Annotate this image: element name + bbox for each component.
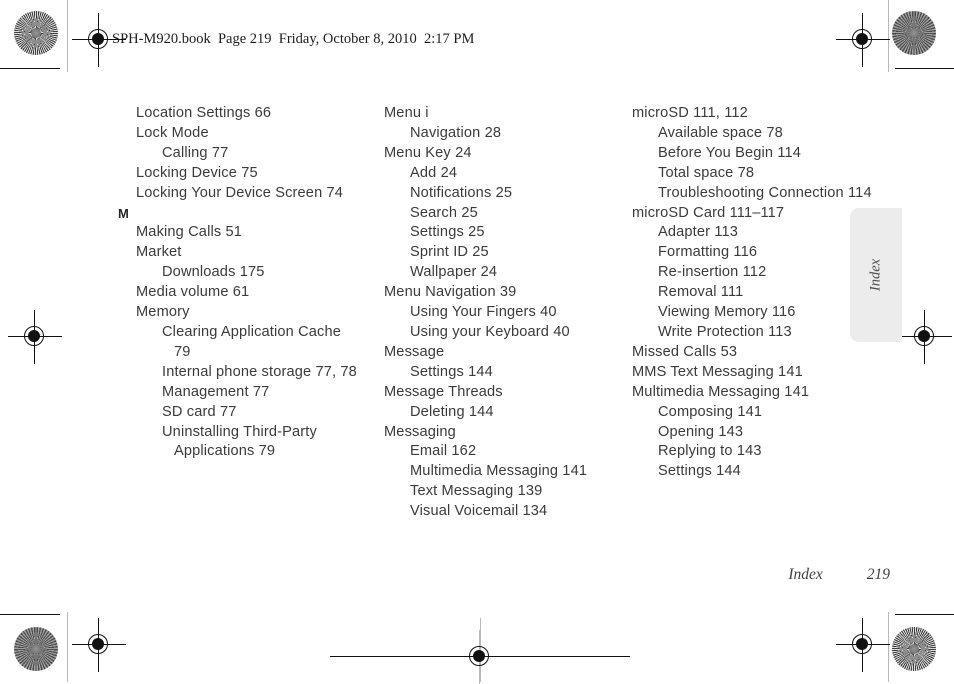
index-subentry: Multimedia Messaging 141	[410, 463, 588, 480]
footer-page-number: 219	[866, 566, 890, 583]
index-subentry: Settings 144	[658, 463, 741, 480]
index-entry: Making Calls 51	[136, 224, 243, 241]
registration-crosshair-bottom-right	[836, 618, 890, 672]
index-entry: Message Threads	[384, 383, 503, 400]
trim-guide-left-bottom	[67, 612, 68, 682]
trim-guide-center-bottom	[480, 618, 481, 682]
index-side-tab: Index	[850, 208, 902, 342]
index-subentry: SD card 77	[162, 403, 237, 420]
trim-rule-bottom-left	[0, 614, 60, 615]
index-entry: Location Settings 66	[136, 105, 272, 121]
index-entry: Locking Device 75	[136, 164, 258, 181]
side-tab-label: Index	[867, 258, 884, 292]
index-subentry: Available space 78	[658, 124, 783, 141]
index-entry: Message	[384, 343, 445, 360]
index-entry: Media volume 61	[136, 284, 250, 301]
starburst-target-bottom-left	[14, 627, 58, 671]
index-subentry: Uninstalling Third-Party Applications 79	[162, 423, 317, 460]
index-entry: Memory	[136, 304, 190, 321]
index-entry: MMS Text Messaging 141	[632, 363, 803, 380]
index-subentry: Visual Voicemail 134	[410, 503, 548, 520]
index-entry: microSD 111, 112	[632, 105, 748, 121]
index-subentry: Clearing Application Cache 79	[162, 323, 342, 360]
registration-crosshair-bottom-center	[330, 630, 630, 684]
starburst-target-top-left	[14, 11, 58, 55]
index-subentry: Using Your Fingers 40	[410, 304, 557, 321]
trim-guide-right	[888, 0, 889, 72]
trim-guide-left	[67, 0, 68, 72]
trim-rule-top-left	[0, 68, 60, 69]
index-subentry: Troubleshooting Connection 114	[658, 184, 872, 201]
index-subentry: Internal phone storage 77, 78	[162, 363, 357, 380]
index-subentry: Replying to 143	[658, 443, 762, 460]
index-entry: Multimedia Messaging 141	[632, 383, 810, 400]
index-subentry: Removal 111	[658, 284, 744, 301]
index-subentry: Settings 144	[410, 363, 493, 380]
index-subentry: Search 25	[410, 204, 478, 221]
index-subentry: Write Protection 113	[658, 323, 792, 340]
index-subentry: Deleting 144	[410, 403, 494, 420]
index-column-1: Location Settings 66 Lock Mode Calling 77 L…	[112, 104, 360, 544]
index-subentry: Before You Begin 114	[658, 144, 802, 161]
index-subentry: Opening 143	[658, 423, 744, 440]
book-header-line: SPH-M920.book Page 219 Friday, October 8…	[112, 31, 475, 47]
index-subentry: Settings 25	[410, 224, 485, 241]
index-subentry: Composing 141	[658, 403, 763, 420]
index-subentry: Navigation 28	[410, 124, 502, 141]
index-entry: Messaging	[384, 423, 456, 440]
registration-crosshair-mid-right	[898, 310, 952, 364]
footer-section-label: Index	[788, 566, 823, 583]
index-subentry: Wallpaper 24	[410, 264, 498, 281]
starburst-target-top-right	[892, 11, 936, 55]
index-column-3: microSD 111, 112 Available space 78 Before…	[608, 104, 878, 544]
index-entry: Market	[136, 244, 182, 261]
index-subentry: Management 77	[162, 383, 270, 400]
index-entry: Menu Navigation 39	[384, 284, 517, 301]
index-entry: Lock Mode	[136, 124, 209, 141]
registration-crosshair-bottom-left	[72, 618, 126, 672]
trim-rule-top-right	[895, 68, 954, 69]
index-subentry: Re-insertion 112	[658, 264, 767, 281]
starburst-target-bottom-right	[892, 627, 936, 671]
index-entry: Locking Your Device Screen 74	[136, 184, 344, 201]
trim-guide-right-bottom	[888, 612, 889, 682]
index-subentry: Total space 78	[658, 164, 755, 181]
index-subentry: Add 24	[410, 164, 458, 181]
index-entry: Menu Key 24	[384, 144, 472, 161]
index-column-2: Menu i Navigation 28 Menu Key 24 Add 24 Noti…	[360, 104, 608, 544]
index-subentry: Viewing Memory 116	[658, 304, 796, 321]
index-entry: microSD Card 111–117	[632, 204, 785, 221]
index-subentry: Notifications 25	[410, 184, 513, 201]
index-subentry: Text Messaging 139	[410, 483, 543, 500]
index-subentry: Adapter 113	[658, 224, 739, 241]
index-subentry: Sprint ID 25	[410, 244, 489, 261]
index-entry: Missed Calls 53	[632, 343, 738, 360]
trim-rule-bottom-right	[895, 614, 954, 615]
registration-crosshair-mid-left	[8, 310, 62, 364]
index-columns: Location Settings 66 Lock Mode Calling 77 L…	[112, 104, 902, 544]
index-subentry: Downloads 175	[162, 264, 265, 281]
index-entry: Menu i	[384, 105, 429, 121]
index-subentry: Email 162	[410, 443, 477, 460]
index-subentry: Calling 77	[162, 144, 229, 161]
index-subentry: Formatting 116	[658, 244, 758, 261]
registration-crosshair-top-right	[836, 13, 890, 67]
index-subentry: Using your Keyboard 40	[410, 323, 570, 340]
index-section-letter: M	[118, 205, 129, 221]
page-footer: Index 219	[600, 566, 890, 584]
